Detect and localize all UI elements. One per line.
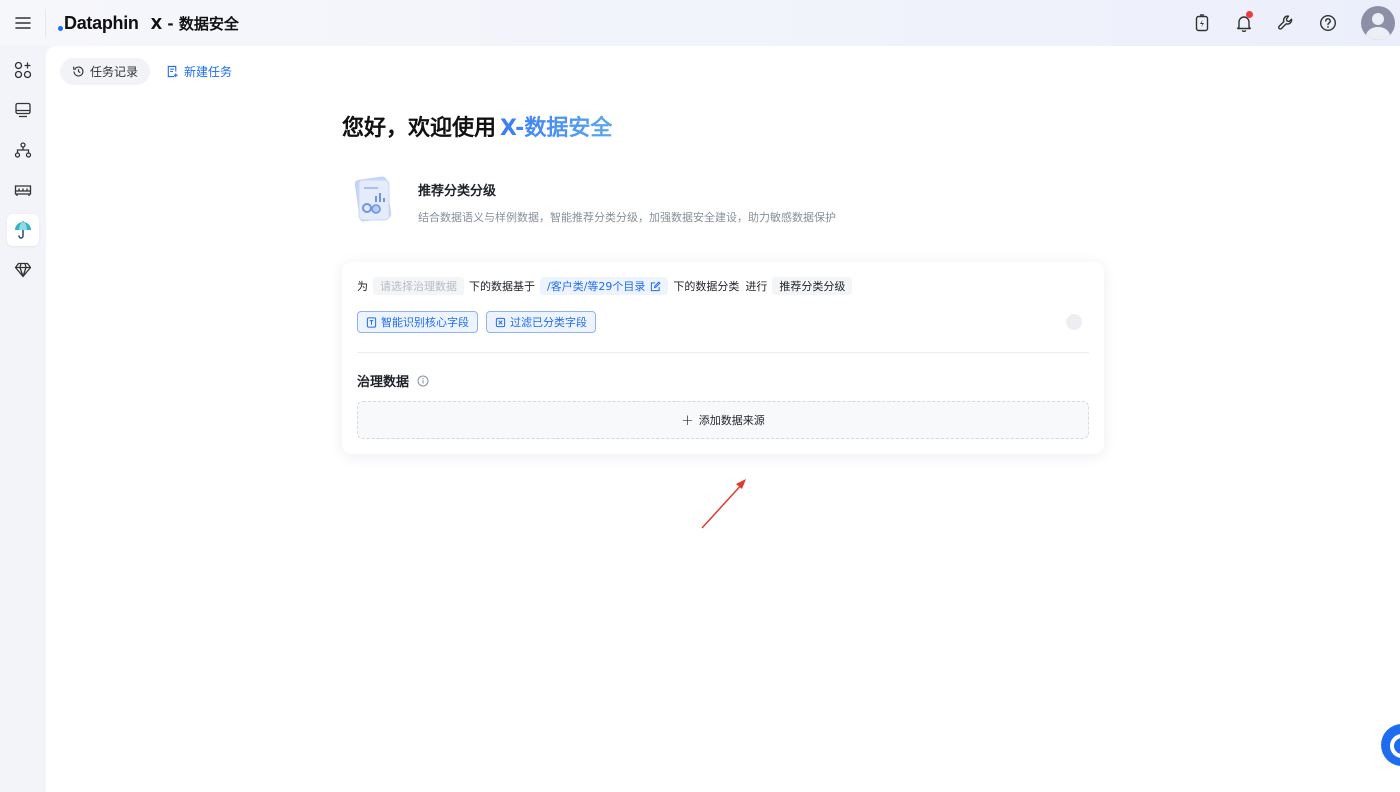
- monitor-icon[interactable]: [0, 90, 46, 130]
- menu-icon[interactable]: [0, 9, 46, 37]
- top-bar: Dataphin X - 数据安全: [0, 0, 1400, 46]
- add-data-source-button[interactable]: + 添加数据来源: [357, 401, 1089, 439]
- welcome-heading: 您好，欢迎使用 X-数据安全: [342, 110, 612, 142]
- header-actions: [1181, 0, 1400, 46]
- wrench-icon[interactable]: [1265, 0, 1307, 46]
- governance-section-title: 治理数据: [357, 375, 410, 390]
- catalog-path-chip[interactable]: /客户类/等29个目录: [540, 277, 669, 295]
- sentence-word-based-on: 下的数据基于: [469, 280, 535, 293]
- edit-icon[interactable]: [650, 280, 662, 292]
- welcome-brand: X-数据安全: [500, 110, 612, 142]
- dashboard-icon[interactable]: [0, 170, 46, 210]
- active-nav-highlight: [7, 214, 39, 246]
- sidebar: [0, 46, 46, 792]
- notification-dot: [1246, 11, 1253, 18]
- diamond-icon[interactable]: [0, 250, 46, 290]
- new-task-icon: [167, 65, 178, 78]
- history-icon: [73, 66, 84, 77]
- submit-button[interactable]: [1066, 314, 1082, 330]
- app-title: X - 数据安全: [150, 14, 239, 33]
- task-config-card: 为 请选择治理数据 下的数据基于 /客户类/等29个目录 下的数据分类 进行 推…: [342, 262, 1104, 454]
- apps-icon[interactable]: [0, 50, 46, 90]
- card-divider: [357, 352, 1089, 353]
- annotation-arrow-icon: [701, 479, 746, 529]
- new-task-tab[interactable]: 新建任务: [166, 63, 232, 80]
- avatar-head-shape: [1372, 13, 1384, 25]
- action-select[interactable]: 推荐分类分级: [772, 277, 853, 295]
- filter-icon: [495, 317, 506, 327]
- document-icon: [366, 316, 377, 328]
- logo-dot-icon: [58, 25, 63, 31]
- main-panel: 任务记录 新建任务 您好，欢迎使用 X-数据安全 推荐分类分级 结合数据语义与样…: [46, 46, 1400, 792]
- filter-classified-fields-toggle[interactable]: 过滤已分类字段: [486, 311, 596, 333]
- umbrella-icon[interactable]: [0, 210, 46, 250]
- filter-classified-fields-label: 过滤已分类字段: [510, 316, 587, 329]
- hierarchy-icon[interactable]: [0, 130, 46, 170]
- task-history-tab[interactable]: 任务记录: [60, 58, 151, 85]
- plus-icon: +: [681, 411, 694, 429]
- governance-section-header: 治理数据: [357, 371, 429, 390]
- bell-icon[interactable]: [1223, 0, 1265, 46]
- identify-core-fields-label: 智能识别核心字段: [381, 316, 469, 329]
- logo-text: Dataphin: [64, 12, 139, 33]
- welcome-prefix: 您好，欢迎使用: [342, 116, 497, 141]
- dataphin-logo[interactable]: Dataphin: [58, 13, 139, 34]
- task-sentence: 为 请选择治理数据 下的数据基于 /客户类/等29个目录 下的数据分类 进行 推…: [357, 277, 857, 295]
- add-data-source-label: 添加数据来源: [698, 414, 765, 427]
- feature-intro: 推荐分类分级 结合数据语义与样例数据，智能推荐分类分级，加强数据安全建设，助力敏…: [350, 174, 836, 226]
- task-tabs: 任务记录 新建任务: [60, 58, 232, 85]
- sentence-word-for: 为: [357, 280, 368, 293]
- help-icon[interactable]: [1307, 0, 1349, 46]
- new-task-label: 新建任务: [184, 65, 233, 79]
- identify-core-fields-toggle[interactable]: 智能识别核心字段: [357, 311, 478, 333]
- governance-data-select[interactable]: 请选择治理数据: [373, 277, 464, 295]
- sentence-word-classification: 下的数据分类: [673, 280, 740, 293]
- sentence-word-perform: 进行: [745, 280, 768, 293]
- avatar-body-shape: [1366, 27, 1390, 40]
- battery-charge-icon[interactable]: [1181, 0, 1223, 46]
- option-toggles: 智能识别核心字段 过滤已分类字段: [357, 311, 604, 333]
- task-history-label: 任务记录: [90, 65, 139, 79]
- user-avatar[interactable]: [1361, 6, 1395, 40]
- catalog-path-text: /客户类/等29个目录: [547, 280, 646, 293]
- feature-title: 推荐分类分级: [418, 184, 497, 199]
- feature-description: 结合数据语义与样例数据，智能推荐分类分级，加强数据安全建设，助力敏感数据保护: [418, 211, 836, 224]
- info-icon[interactable]: [417, 375, 429, 387]
- feature-text: 推荐分类分级 结合数据语义与样例数据，智能推荐分类分级，加强数据安全建设，助力敏…: [418, 180, 836, 225]
- report-illustration-icon: [350, 174, 396, 226]
